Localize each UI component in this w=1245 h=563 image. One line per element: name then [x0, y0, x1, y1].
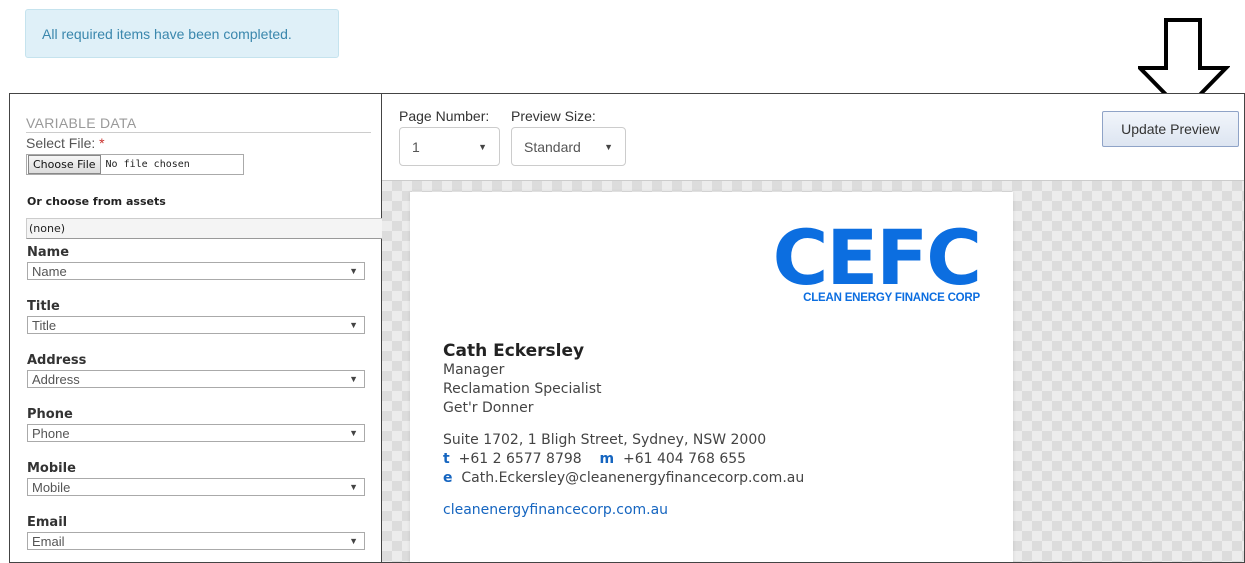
page-number-select[interactable]: 1 ▼ [399, 127, 500, 166]
caret-down-icon: ▼ [349, 536, 358, 546]
card-mobile: +61 404 768 655 [622, 451, 747, 467]
card-website: cleanenergyfinancecorp.com.au [443, 502, 669, 518]
field-phone: Phone Phone ▼ [27, 406, 365, 442]
mobile-select[interactable]: Mobile ▼ [27, 478, 365, 496]
name-select[interactable]: Name ▼ [27, 262, 365, 280]
email-label: e [443, 470, 453, 486]
address-select[interactable]: Address ▼ [27, 370, 365, 388]
section-title: VARIABLE DATA [26, 115, 371, 133]
field-label: Email [27, 515, 68, 530]
caret-down-icon: ▼ [604, 141, 613, 152]
caret-down-icon: ▼ [349, 320, 358, 330]
card-name: Cath Eckersley [443, 341, 585, 361]
update-preview-button[interactable]: Update Preview [1102, 111, 1239, 147]
logo-text: CEFC [772, 213, 982, 302]
field-name: Name Name ▼ [27, 244, 365, 280]
field-label: Name [27, 245, 70, 260]
card-phone: +61 2 6577 8798 [458, 451, 582, 467]
card-title-line: Get'r Donner [443, 400, 534, 416]
title-select[interactable]: Title ▼ [27, 316, 365, 334]
completion-alert: All required items have been completed. [25, 9, 339, 58]
field-title: Title Title ▼ [27, 298, 365, 334]
caret-down-icon: ▼ [349, 428, 358, 438]
editor-panel: VARIABLE DATA Select File: * Choose File… [9, 93, 1245, 563]
mobile-label: m [599, 451, 615, 467]
caret-down-icon: ▼ [349, 374, 358, 384]
field-label: Address [27, 353, 87, 368]
field-label: Phone [27, 407, 73, 422]
phone-label: t [443, 451, 450, 467]
card-email-line: e Cath.Eckersley@cleanenergyfinancecorp.… [443, 470, 804, 486]
email-select[interactable]: Email ▼ [27, 532, 365, 550]
select-file-label: Select File: * [26, 135, 105, 151]
caret-down-icon: ▼ [349, 266, 358, 276]
page-number-label: Page Number: [399, 108, 490, 124]
cefc-logo: CEFC CLEAN ENERGY FINANCE CORP [765, 213, 982, 336]
preview-size-select[interactable]: Standard ▼ [511, 127, 626, 166]
card-address: Suite 1702, 1 Bligh Street, Sydney, NSW … [443, 432, 767, 448]
card-phones: t +61 2 6577 8798 m +61 404 768 655 [443, 451, 746, 467]
phone-select[interactable]: Phone ▼ [27, 424, 365, 442]
preview-canvas: CEFC CLEAN ENERGY FINANCE CORP Cath Ecke… [382, 180, 1244, 562]
field-address: Address Address ▼ [27, 352, 365, 388]
card-title-line: Manager [443, 362, 505, 378]
variable-data-column: VARIABLE DATA Select File: * Choose File… [10, 94, 386, 562]
preview-size-label: Preview Size: [511, 108, 596, 124]
assets-select[interactable]: (none) [26, 218, 386, 239]
file-input[interactable]: Choose File No file chosen [26, 154, 244, 175]
card-title-line: Reclamation Specialist [443, 381, 602, 397]
field-mobile: Mobile Mobile ▼ [27, 460, 365, 496]
choose-file-button[interactable]: Choose File [28, 155, 101, 174]
caret-down-icon: ▼ [478, 141, 487, 152]
alert-message: All required items have been completed. [42, 25, 292, 42]
field-label: Title [27, 299, 60, 314]
field-label: Mobile [27, 461, 76, 476]
preview-column: Page Number: Preview Size: 1 ▼ Standard … [382, 94, 1244, 562]
field-email: Email Email ▼ [27, 514, 365, 550]
business-card-preview: CEFC CLEAN ENERGY FINANCE CORP Cath Ecke… [410, 192, 1013, 562]
required-marker: * [99, 135, 105, 151]
caret-down-icon: ▼ [349, 482, 358, 492]
file-status: No file chosen [105, 159, 190, 170]
assets-label: Or choose from assets [27, 195, 166, 208]
card-email: Cath.Eckersley@cleanenergyfinancecorp.co… [461, 470, 805, 486]
